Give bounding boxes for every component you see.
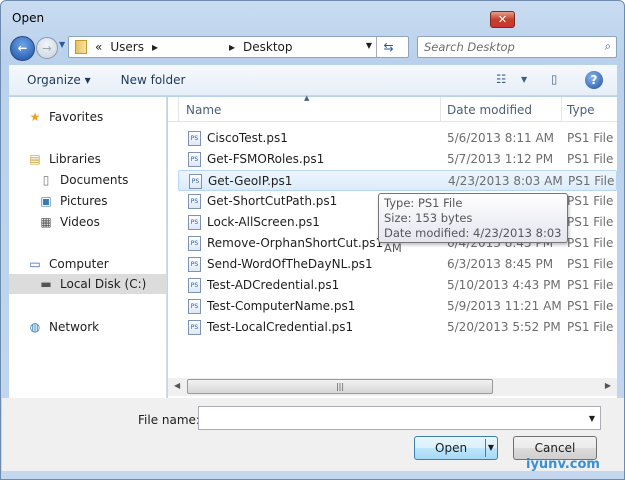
file-date: 5/6/2013 8:11 AM bbox=[447, 131, 555, 145]
open-dialog: Open ✕ ← → ▼ « Users ▸ ▸ Desktop ▼ ⇆ Sea… bbox=[0, 0, 625, 480]
drive-icon: ▬ bbox=[40, 277, 52, 291]
file-type: PS1 File bbox=[568, 174, 615, 188]
computer-icon: ▭ bbox=[29, 257, 41, 271]
nav-favorites[interactable]: ★ Favorites bbox=[27, 107, 184, 127]
ps1-file-icon: PS bbox=[188, 131, 201, 146]
videos-icon: ▦ bbox=[40, 215, 52, 229]
file-type: PS1 File bbox=[567, 236, 614, 250]
file-row[interactable]: PS Test-LocalCredential.ps1 5/20/2013 5:… bbox=[178, 317, 617, 338]
nav-local-disk[interactable]: ▬ Local Disk (C:) bbox=[9, 274, 166, 294]
breadcrumb-separator[interactable]: ▸ bbox=[229, 40, 235, 54]
file-type: PS1 File bbox=[567, 131, 614, 145]
nav-libraries[interactable]: ▤ Libraries bbox=[27, 149, 184, 169]
ps1-file-icon: PS bbox=[188, 236, 201, 251]
file-date: 4/23/2013 8:03 AM bbox=[448, 174, 563, 188]
column-date-modified[interactable]: Date modified bbox=[447, 103, 532, 117]
file-date: 6/3/2013 8:45 PM bbox=[447, 257, 554, 271]
ps1-file-icon: PS bbox=[188, 299, 201, 314]
address-dropdown-icon[interactable]: ▼ bbox=[366, 41, 372, 50]
breadcrumb-desktop[interactable]: Desktop bbox=[243, 40, 293, 54]
column-name[interactable]: Name bbox=[186, 103, 221, 117]
libraries-icon: ▤ bbox=[29, 152, 41, 166]
nav-network[interactable]: ◍ Network bbox=[27, 317, 184, 337]
file-type: PS1 File bbox=[567, 194, 614, 208]
file-date: 5/20/2013 5:52 PM bbox=[447, 320, 561, 334]
file-name: Get-GeoIP.ps1 bbox=[208, 174, 293, 188]
toolbar: Organize ▾ New folder ☷ ▼ ▯ ? bbox=[9, 65, 617, 96]
file-name: Send-WordOfTheDayNL.ps1 bbox=[207, 257, 373, 271]
breadcrumb-users[interactable]: Users bbox=[110, 40, 144, 54]
watermark-logo: iyunv.com bbox=[526, 457, 600, 472]
help-icon[interactable]: ? bbox=[585, 71, 603, 89]
file-type: PS1 File bbox=[567, 299, 614, 313]
breadcrumb-separator[interactable]: ▸ bbox=[152, 40, 158, 54]
file-tooltip: Type: PS1 File Size: 153 bytes Date modifi… bbox=[378, 193, 568, 255]
horizontal-scrollbar[interactable]: ◀ ||| ▶ bbox=[168, 378, 617, 396]
nav-computer[interactable]: ▭ Computer bbox=[27, 254, 184, 274]
ps1-file-icon: PS bbox=[189, 174, 202, 189]
file-type: PS1 File bbox=[567, 257, 614, 271]
file-date: 5/7/2013 1:12 PM bbox=[447, 152, 554, 166]
ps1-file-icon: PS bbox=[188, 215, 201, 230]
search-input[interactable]: Search Desktop ⌕ bbox=[417, 36, 617, 58]
ps1-file-icon: PS bbox=[188, 194, 201, 209]
ps1-file-icon: PS bbox=[188, 152, 201, 167]
back-button[interactable]: ← bbox=[10, 36, 35, 61]
file-name-dropdown-icon[interactable]: ▼ bbox=[589, 414, 595, 423]
recent-pages-dropdown-icon[interactable]: ▼ bbox=[59, 40, 65, 49]
folder-icon bbox=[75, 40, 87, 54]
file-row[interactable]: PS Send-WordOfTheDayNL.ps1 6/3/2013 8:45… bbox=[178, 254, 617, 275]
new-folder-button[interactable]: New folder bbox=[121, 73, 186, 87]
forward-button[interactable]: → bbox=[36, 37, 58, 59]
scroll-right-icon[interactable]: ▶ bbox=[605, 381, 611, 390]
file-name: Remove-OrphanShortCut.ps1 bbox=[207, 236, 384, 250]
open-button[interactable]: Open ▼ bbox=[414, 436, 498, 460]
file-date: 5/10/2013 4:43 PM bbox=[447, 278, 561, 292]
address-bar[interactable]: « Users ▸ ▸ Desktop ▼ ⇆ bbox=[68, 36, 409, 58]
file-name: CiscoTest.ps1 bbox=[207, 131, 288, 145]
column-type[interactable]: Type bbox=[567, 103, 595, 117]
scrollbar-thumb[interactable]: ||| bbox=[187, 379, 493, 394]
breadcrumb-overflow[interactable]: « bbox=[95, 40, 102, 54]
view-dropdown-icon[interactable]: ▼ bbox=[521, 75, 527, 84]
file-name: Test-ComputerName.ps1 bbox=[207, 299, 356, 313]
ps1-file-icon: PS bbox=[188, 278, 201, 293]
sort-ascending-icon: ▲ bbox=[304, 94, 310, 102]
file-name: Test-LocalCredential.ps1 bbox=[207, 320, 354, 334]
pictures-icon: ▣ bbox=[40, 194, 52, 208]
organize-button[interactable]: Organize ▾ bbox=[27, 73, 91, 87]
close-button[interactable]: ✕ bbox=[490, 11, 515, 28]
breadcrumb-redacted-user[interactable] bbox=[165, 40, 221, 54]
scroll-left-icon[interactable]: ◀ bbox=[174, 381, 180, 390]
file-name: Get-FSMORoles.ps1 bbox=[207, 152, 325, 166]
file-row[interactable]: PS CiscoTest.ps1 5/6/2013 8:11 AM PS1 Fi… bbox=[178, 128, 617, 149]
file-row[interactable]: PS Test-ADCredential.ps1 5/10/2013 4:43 … bbox=[178, 275, 617, 296]
file-row[interactable]: PS Test-ComputerName.ps1 5/9/2013 11:21 … bbox=[178, 296, 617, 317]
file-row[interactable]: PS Get-FSMORoles.ps1 5/7/2013 1:12 PM PS… bbox=[178, 149, 617, 170]
preview-pane-icon[interactable]: ▯ bbox=[551, 72, 557, 86]
file-name-input[interactable]: ▼ bbox=[198, 406, 601, 430]
view-options-icon[interactable]: ☷ bbox=[496, 72, 506, 86]
documents-icon: ▯ bbox=[42, 173, 50, 187]
file-name: Lock-AllScreen.ps1 bbox=[207, 215, 320, 229]
file-type: PS1 File bbox=[567, 215, 614, 229]
file-type: PS1 File bbox=[567, 152, 614, 166]
file-type: PS1 File bbox=[567, 278, 614, 292]
file-name-label: File name: bbox=[138, 413, 200, 427]
file-row[interactable]: PS Get-GeoIP.ps1 4/23/2013 8:03 AM PS1 F… bbox=[178, 170, 617, 191]
network-icon: ◍ bbox=[29, 320, 41, 334]
search-icon: ⌕ bbox=[604, 39, 611, 53]
file-name: Test-ADCredential.ps1 bbox=[207, 278, 340, 292]
ps1-file-icon: PS bbox=[188, 320, 201, 335]
file-type: PS1 File bbox=[567, 320, 614, 334]
star-icon: ★ bbox=[29, 110, 41, 124]
column-header: Name ▲ Date modified Type bbox=[168, 94, 617, 122]
ps1-file-icon: PS bbox=[188, 257, 201, 272]
dialog-title: Open bbox=[12, 11, 45, 25]
file-name: Get-ShortCutPath.ps1 bbox=[207, 194, 338, 208]
navigation-pane: ★ Favorites ▤ Libraries ▯ Documents ▣ Pictur… bbox=[9, 97, 167, 398]
file-date: 5/9/2013 11:21 AM bbox=[447, 299, 562, 313]
refresh-button[interactable]: ⇆ bbox=[376, 37, 400, 57]
open-dropdown-icon[interactable]: ▼ bbox=[488, 437, 494, 459]
